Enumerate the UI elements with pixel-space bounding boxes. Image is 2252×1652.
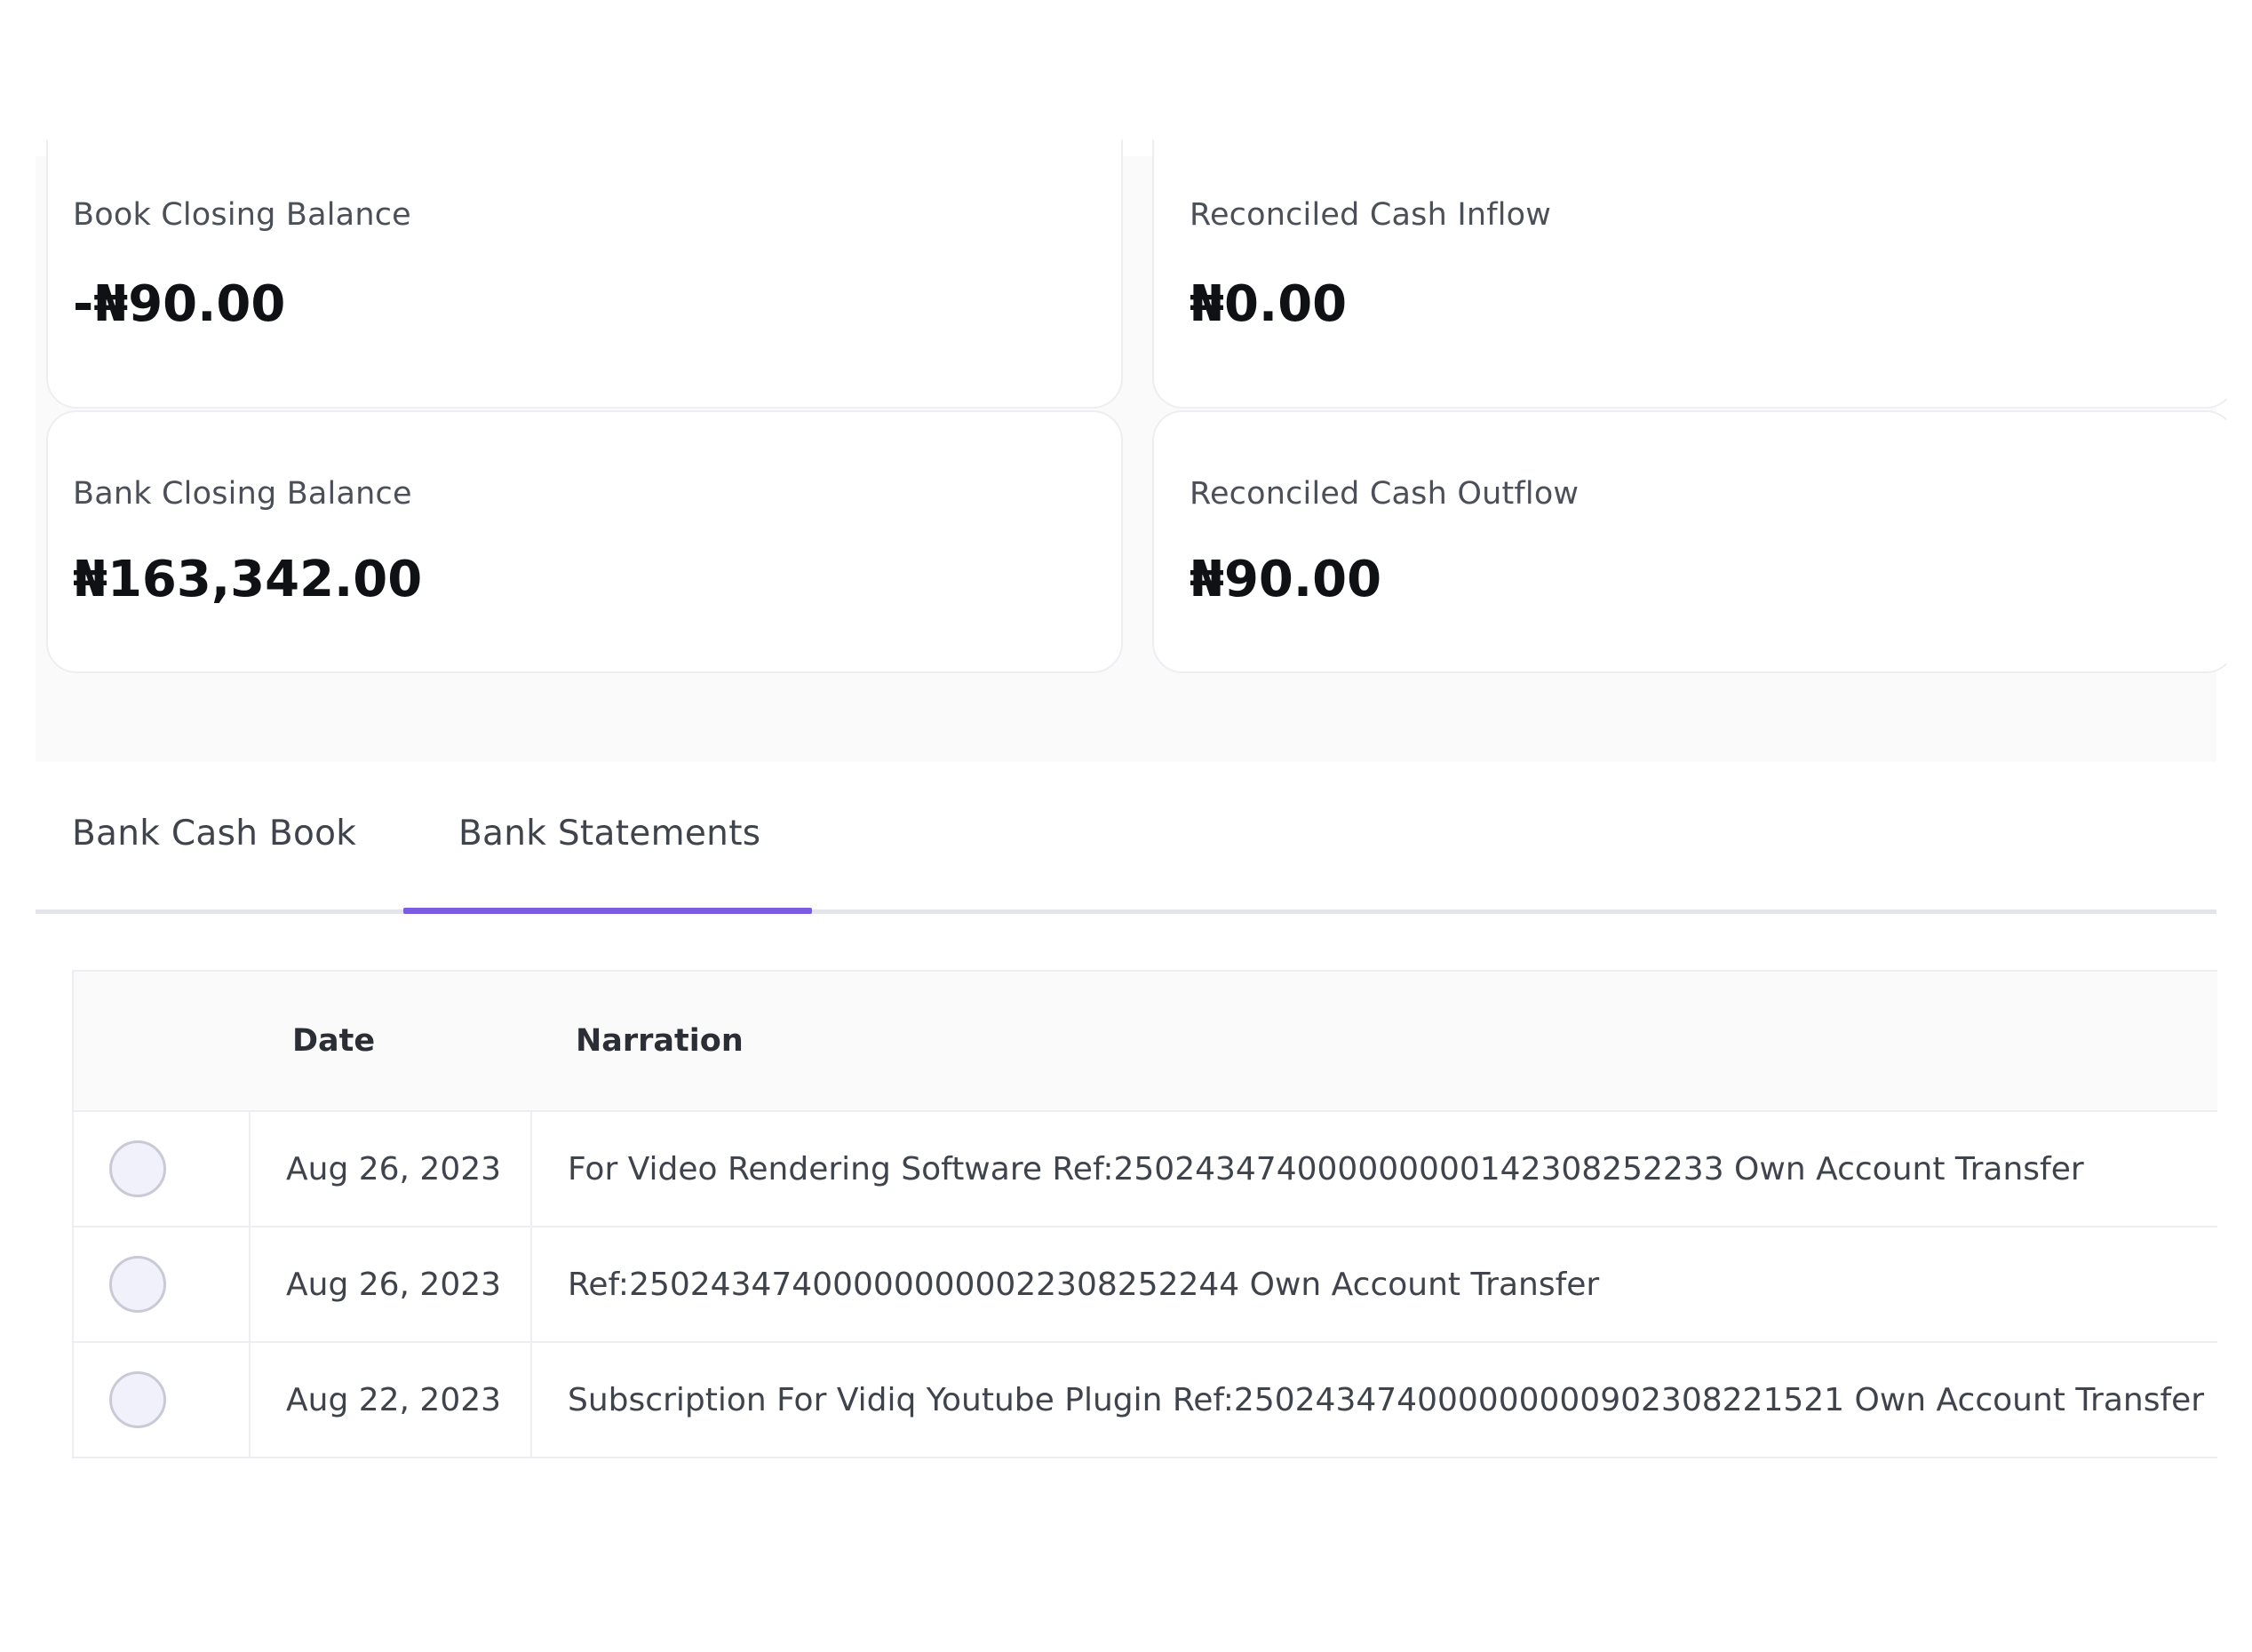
row-date: Aug 26, 2023	[250, 1111, 532, 1227]
row-date: Aug 22, 2023	[250, 1342, 532, 1458]
book-closing-balance-label: Book Closing Balance	[73, 197, 411, 233]
tab-bar: Bank Cash Book Bank Statements	[36, 762, 2216, 915]
reconciled-cash-outflow-value: ₦90.00	[1190, 551, 1382, 608]
bank-statements-table: Date Narration Aug 26, 2023 For Video Re…	[72, 970, 2217, 1458]
row-narration: For Video Rendering Software Ref:2502434…	[531, 1111, 2217, 1227]
reconciled-cash-outflow-card: Reconciled Cash Outflow ₦90.00	[1152, 410, 2236, 673]
book-closing-balance-value: -₦90.00	[73, 275, 286, 333]
narration-column-header[interactable]: Narration	[531, 970, 2217, 1112]
reconciled-cash-outflow-label: Reconciled Cash Outflow	[1190, 476, 1580, 512]
reconciled-cash-inflow-value: ₦0.00	[1190, 275, 1348, 333]
row-date: Aug 26, 2023	[250, 1227, 532, 1343]
table-row[interactable]: Aug 22, 2023 Subscription For Vidiq Yout…	[72, 1342, 2217, 1458]
row-select-cell	[72, 1342, 251, 1458]
row-narration: Ref:250243474000000000022308252244 Own A…	[531, 1227, 2217, 1343]
date-column-header[interactable]: Date	[250, 970, 531, 1112]
bank-closing-balance-label: Bank Closing Balance	[73, 476, 412, 512]
reconciled-cash-inflow-card: Reconciled Cash Inflow ₦0.00	[1152, 139, 2236, 409]
row-select-radio[interactable]	[109, 1140, 166, 1197]
reconciliation-page: Book Closing Balance -₦90.00 Reconciled …	[0, 0, 2252, 1652]
table-row[interactable]: Aug 26, 2023 For Video Rendering Softwar…	[72, 1111, 2217, 1227]
table-row[interactable]: Aug 26, 2023 Ref:25024347400000000002230…	[72, 1227, 2217, 1343]
bank-closing-balance-card: Bank Closing Balance ₦163,342.00	[46, 410, 1123, 673]
row-select-cell	[72, 1111, 251, 1227]
bank-statements-table-container: Date Narration Aug 26, 2023 For Video Re…	[72, 970, 2217, 1458]
table-header-row: Date Narration	[72, 970, 2217, 1112]
book-closing-balance-card: Book Closing Balance -₦90.00	[46, 139, 1123, 409]
row-select-radio[interactable]	[109, 1256, 166, 1313]
active-tab-indicator	[403, 908, 812, 914]
bank-closing-balance-value: ₦163,342.00	[73, 551, 423, 608]
reconciled-cash-inflow-label: Reconciled Cash Inflow	[1190, 197, 1552, 233]
select-column-header	[72, 970, 250, 1112]
row-select-cell	[72, 1227, 251, 1343]
row-select-radio[interactable]	[109, 1371, 166, 1428]
row-narration: Subscription For Vidiq Youtube Plugin Re…	[531, 1342, 2217, 1458]
summary-panel: Book Closing Balance -₦90.00 Reconciled …	[36, 139, 2236, 762]
tab-divider	[36, 909, 2216, 914]
tab-bank-cash-book[interactable]: Bank Cash Book	[72, 814, 356, 854]
tab-bank-statements[interactable]: Bank Statements	[458, 814, 760, 854]
